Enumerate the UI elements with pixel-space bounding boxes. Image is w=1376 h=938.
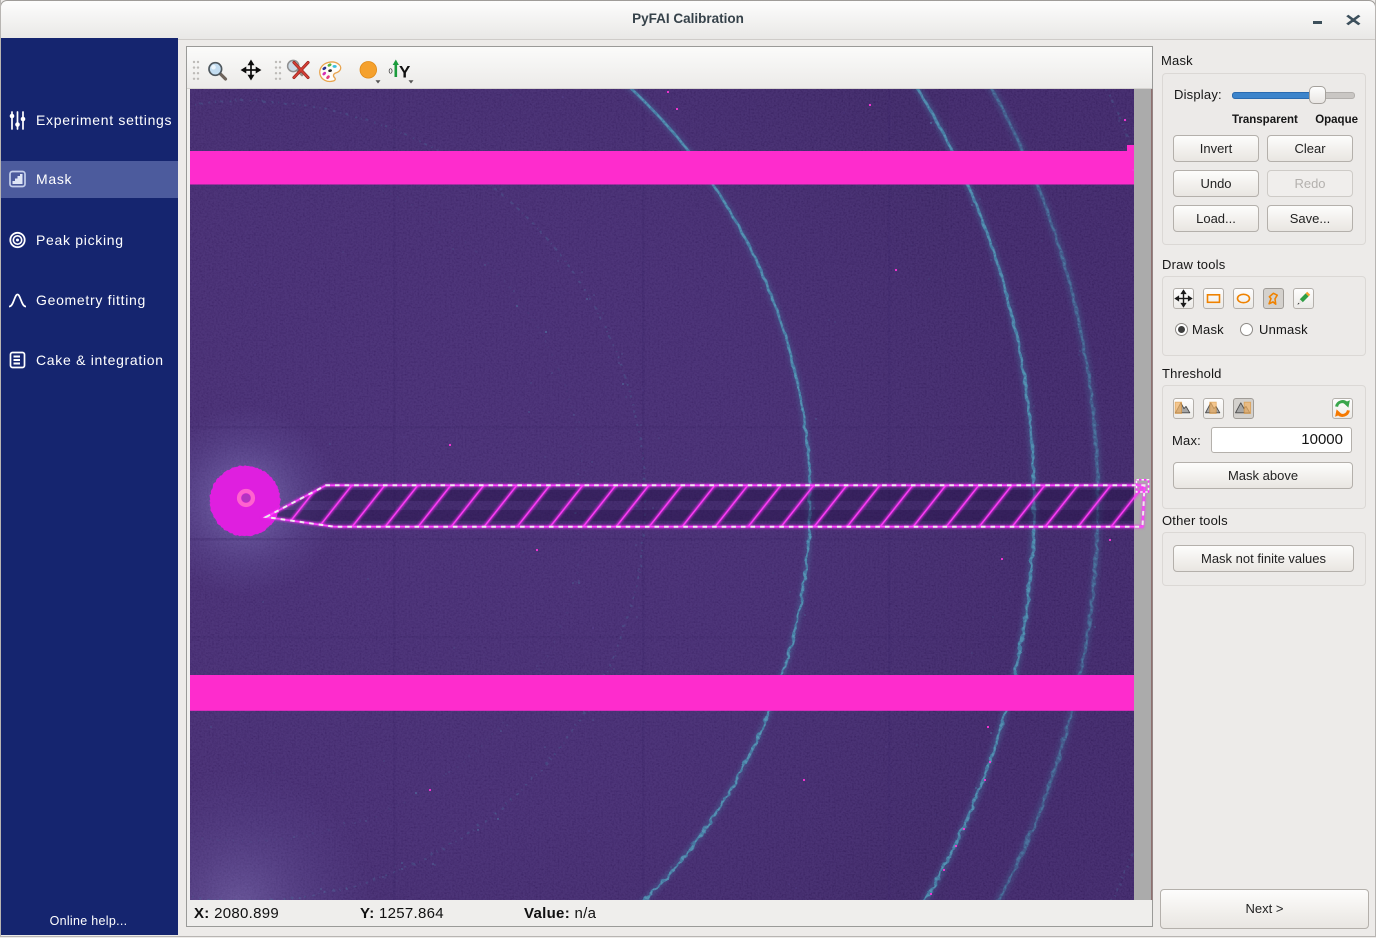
svg-text:Y: Y	[399, 63, 411, 82]
svg-text:0: 0	[389, 67, 393, 76]
